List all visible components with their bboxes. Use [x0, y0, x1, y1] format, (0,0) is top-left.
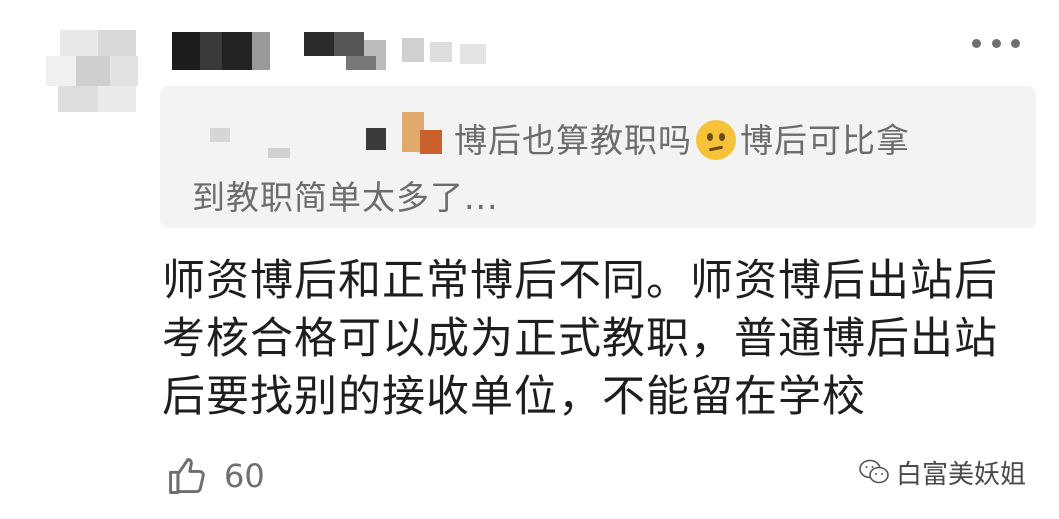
watermark: 白富美妖姐 [858, 452, 1026, 492]
dot [1011, 38, 1020, 48]
thinking-face-icon [696, 120, 736, 160]
avatar[interactable] [46, 30, 138, 112]
quoted-text-line2: 到教职简单太多了... [192, 178, 499, 217]
thumbs-up-icon [169, 458, 205, 494]
quoted-text: 博后也算教职吗 博后可比拿 到教职简单太多了... [192, 112, 1012, 226]
username-redacted[interactable] [170, 30, 510, 72]
wechat-icon [859, 459, 889, 484]
like-count: 60 [224, 457, 265, 495]
dot [972, 38, 981, 48]
comment-text: 师资博后和正常博后不同。师资博后出站后考核合格可以成为正式教职，普通博后出站后要… [162, 256, 998, 422]
comment-card: 博后也算教职吗 博后可比拿 到教职简单太多了... 师资博后和正常博后不同。师资博… [0, 0, 1059, 519]
more-options-button[interactable] [972, 30, 1020, 56]
quoted-text-line1: 博后也算教职吗 [454, 121, 692, 160]
quoted-text-line1-end: 博后可比拿 [740, 121, 910, 160]
watermark-text: 白富美妖姐 [896, 459, 1027, 490]
dot [991, 38, 1001, 48]
quoted-reply[interactable]: 博后也算教职吗 博后可比拿 到教职简单太多了... [160, 86, 1036, 228]
like-button[interactable]: 60 [166, 452, 265, 500]
